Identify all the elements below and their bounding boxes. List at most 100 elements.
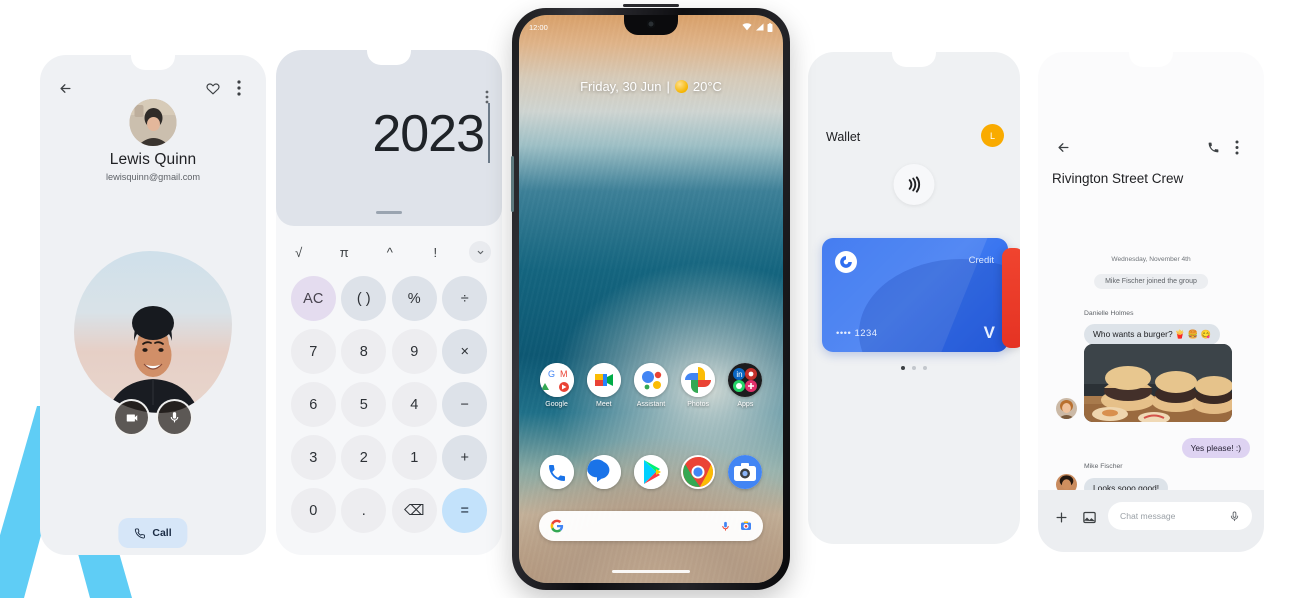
chat-input-placeholder: Chat message	[1120, 511, 1176, 521]
chat-compose-bar: Chat message	[1038, 490, 1264, 552]
calc-fn-factorial[interactable]: !	[413, 245, 459, 260]
wallet-card: Wallet L Credit •••• 1234 V	[808, 52, 1020, 544]
contact-toolbar	[40, 77, 266, 99]
home-app-meet[interactable]: Meet	[582, 363, 626, 408]
wifi-icon	[742, 23, 752, 31]
play-store-icon[interactable]	[633, 455, 668, 489]
calc-key-[interactable]: ×	[442, 329, 488, 374]
calc-key-[interactable]: ÷	[442, 276, 488, 321]
pager-dot[interactable]	[923, 366, 927, 370]
message-sender-2: Mike Fischer	[1084, 463, 1123, 470]
calc-key-6[interactable]: 6	[290, 382, 336, 427]
expand-button[interactable]	[458, 241, 502, 263]
home-app-assistant[interactable]: Assistant	[629, 363, 673, 408]
home-app-photos[interactable]: Photos	[676, 363, 720, 408]
home-app-google[interactable]: G M Google	[535, 363, 579, 408]
svg-text:G: G	[548, 369, 555, 379]
home-app-apps[interactable]: in Apps	[723, 363, 767, 408]
calculator-card: 2023 √ π ^ ! AC( )% ÷ 7 8 9 × 6 5 4− 3 2 1 +0. ⌫ =	[276, 50, 502, 555]
calc-key-[interactable]: +	[442, 435, 488, 480]
wallet-pager-dots[interactable]	[808, 366, 1020, 370]
volume-button[interactable]	[511, 156, 514, 212]
microphone-icon[interactable]	[1229, 510, 1240, 522]
google-assistant-icon	[633, 363, 668, 397]
chat-title: Rivington Street Crew	[1052, 171, 1184, 186]
google-lens-icon[interactable]	[740, 520, 752, 532]
heart-icon[interactable]	[202, 77, 224, 99]
chevron-down-icon	[469, 241, 491, 263]
video-camera-icon[interactable]	[113, 399, 150, 436]
calc-key-9[interactable]: 9	[391, 329, 437, 374]
calc-key-0[interactable]: 0	[290, 488, 336, 533]
calculator-keypad: AC( )% ÷ 7 8 9 × 6 5 4− 3 2 1 +0. ⌫ =	[288, 272, 490, 537]
secondary-card[interactable]	[1002, 248, 1020, 348]
phone-body: 12:00 Friday, 30 Jun | 20°C G M Google Meet…	[511, 4, 790, 590]
home-app-label: Assistant	[636, 401, 666, 408]
signal-icon	[756, 23, 764, 31]
phone-icon[interactable]	[1202, 136, 1224, 158]
home-app-row: G M Google Meet Assistant Photos in Apps	[519, 363, 783, 408]
calc-key-AC[interactable]: AC	[290, 276, 336, 321]
contact-photo-blob	[74, 251, 232, 413]
widget-separator: |	[666, 79, 670, 94]
navigation-pill[interactable]	[612, 570, 690, 573]
calc-key-7[interactable]: 7	[290, 329, 336, 374]
chat-system-message: Mike Fischer joined the group	[1094, 274, 1208, 289]
contactless-icon	[893, 164, 935, 205]
more-vert-icon[interactable]	[228, 77, 250, 99]
calc-fn-pi[interactable]: π	[322, 245, 368, 260]
calc-key-[interactable]: ( )	[341, 276, 387, 321]
chat-card: Rivington Street Crew Wednesday, Novembe…	[1038, 52, 1264, 552]
camera-app-icon[interactable]	[728, 455, 763, 489]
date-weather-widget[interactable]: Friday, 30 Jun | 20°C	[519, 79, 783, 94]
status-bar: 12:00	[519, 20, 783, 34]
calc-key-[interactable]: −	[442, 382, 488, 427]
calc-key-3[interactable]: 3	[290, 435, 336, 480]
card-notch	[131, 55, 175, 70]
back-icon[interactable]	[1052, 136, 1074, 158]
messages-app-icon[interactable]	[586, 455, 621, 489]
google-search-bar[interactable]	[539, 511, 763, 541]
calc-key-4[interactable]: 4	[391, 382, 437, 427]
chat-image-attachment[interactable]	[1084, 344, 1232, 422]
chat-message-input[interactable]: Chat message	[1108, 502, 1252, 530]
calc-key-5[interactable]: 5	[341, 382, 387, 427]
card-notch	[1129, 52, 1173, 67]
call-button-label: Call	[152, 527, 172, 539]
home-app-label: Apps	[737, 401, 754, 408]
calc-fn-sqrt[interactable]: √	[276, 245, 322, 260]
contact-quick-actions	[113, 399, 193, 436]
google-meet-icon	[586, 363, 621, 397]
calc-key-2[interactable]: 2	[341, 435, 387, 480]
chat-bubble-outgoing-1[interactable]: Yes please! :)	[1181, 438, 1250, 458]
calc-key-[interactable]: %	[391, 276, 437, 321]
battery-icon	[767, 22, 773, 32]
calc-key-8[interactable]: 8	[341, 329, 387, 374]
image-icon[interactable]	[1082, 510, 1097, 525]
calculator-caret	[488, 103, 490, 163]
calc-key-1[interactable]: 1	[391, 435, 437, 480]
more-vert-icon[interactable]	[485, 90, 489, 104]
chrome-icon[interactable]	[681, 455, 716, 489]
payment-card[interactable]: Credit •••• 1234 V	[822, 238, 1008, 352]
plus-icon[interactable]	[1054, 510, 1069, 525]
center-phone-device: 12:00 Friday, 30 Jun | 20°C G M Google Meet…	[511, 4, 790, 590]
calc-key-[interactable]: .	[341, 488, 387, 533]
google-photos-icon	[681, 363, 716, 397]
more-vert-icon[interactable]	[1226, 136, 1248, 158]
chat-bubble-incoming-1[interactable]: Who wants a burger? 🍟 🍔 😋	[1084, 324, 1220, 345]
phone-app-icon[interactable]	[539, 455, 574, 489]
pager-dot[interactable]	[901, 366, 905, 370]
pager-dot[interactable]	[912, 366, 916, 370]
microphone-icon[interactable]	[720, 521, 731, 532]
calc-fn-power[interactable]: ^	[367, 245, 413, 260]
contact-card: Lewis Quinn lewisquinn@gmail.com Call	[40, 55, 266, 555]
call-button[interactable]: Call	[118, 518, 188, 548]
avatar[interactable]: L	[981, 124, 1004, 147]
calc-key-[interactable]: ⌫	[391, 488, 437, 533]
back-icon[interactable]	[54, 77, 76, 99]
calculator-value: 2023	[372, 105, 485, 163]
drag-handle[interactable]	[376, 211, 402, 214]
microphone-icon[interactable]	[156, 399, 193, 436]
calc-key-[interactable]: =	[442, 488, 488, 533]
